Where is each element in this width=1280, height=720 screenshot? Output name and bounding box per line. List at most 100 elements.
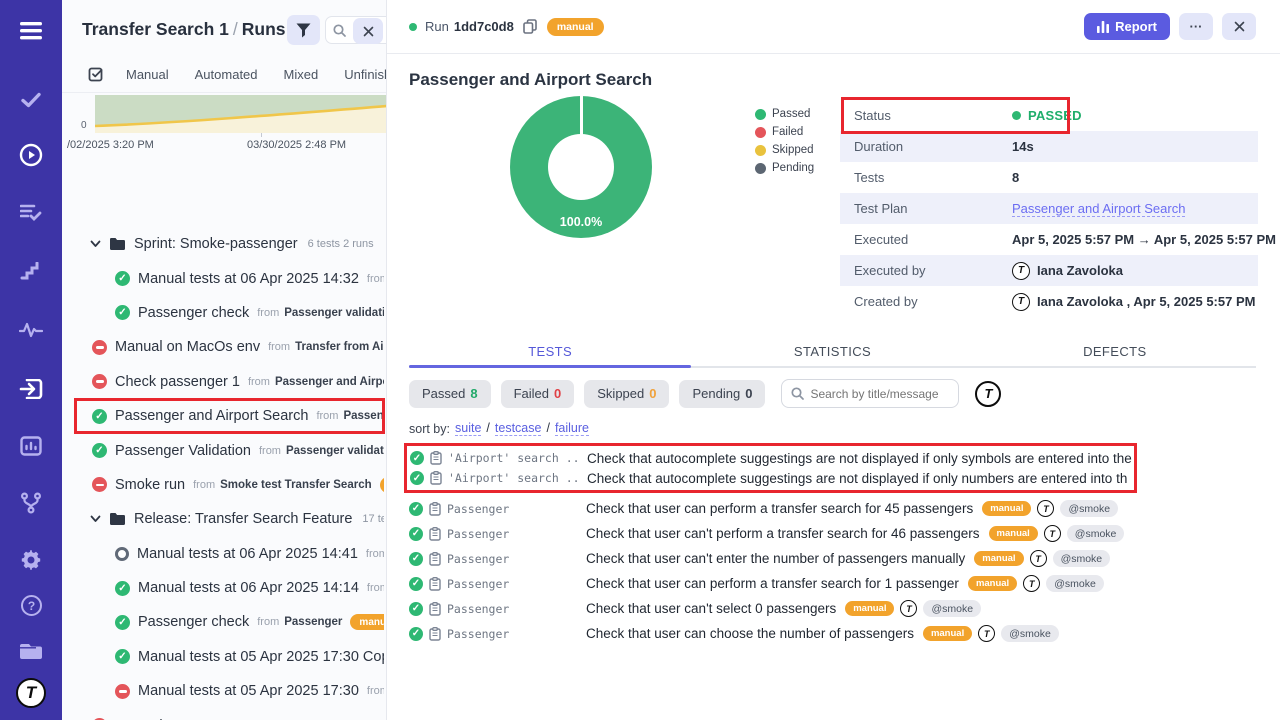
run-tree-item[interactable]: Manual tests at 06 Apr 2025 14:14 from P…	[75, 571, 384, 605]
run-tree-item[interactable]: Manual tests at 05 Apr 2025 17:30 Copy f…	[75, 640, 384, 674]
search-clear-button[interactable]	[353, 18, 383, 44]
documents-folder-icon[interactable]	[14, 633, 48, 667]
run-tree-item[interactable]: Release: Transfer Search Feature 17 test…	[75, 502, 384, 536]
test-row[interactable]: Passenger Check that user can perform a …	[409, 496, 1256, 521]
chart-x-axis: /02/2025 3:20 PM 03/30/2025 2:48 PM	[95, 133, 386, 155]
details-value: 8 T	[1012, 170, 1019, 185]
run-title: Passenger and Airport Search	[115, 408, 308, 424]
value-text: Apr 5, 2025 5:57 PM → Apr 5, 2025 5:57 P…	[1012, 232, 1276, 247]
run-tree-item[interactable]: Manual on MacOs env from Transfer from A…	[75, 330, 384, 364]
runs-play-icon[interactable]	[14, 138, 48, 172]
tests-check-icon[interactable]	[14, 83, 48, 117]
runs-panel: Transfer Search 1/Runs	[62, 0, 387, 720]
runs-tree: Sprint: Smoke-passenger 6 tests 2 runs M…	[62, 227, 386, 720]
branch-icon[interactable]	[14, 486, 48, 520]
test-row[interactable]: Passenger Check that user can't select 0…	[409, 596, 1256, 621]
sort-link[interactable]: testcase	[495, 421, 542, 436]
run-tree-item[interactable]: Manual tests at 06 Mar 2025 11:40 from	[75, 708, 384, 720]
runs-tab[interactable]: Manual	[126, 67, 169, 82]
test-row[interactable]: Passenger Check that user can perform a …	[409, 571, 1256, 596]
run-tree-item[interactable]: Manual tests at 06 Apr 2025 14:41 from T…	[75, 537, 384, 571]
from-label: from	[367, 273, 384, 285]
close-run-button[interactable]	[1222, 13, 1256, 40]
assignee-filter-avatar[interactable]: T	[975, 381, 1001, 407]
pulse-activity-icon[interactable]	[14, 313, 48, 347]
run-tree-item[interactable]: Check passenger 1 from Passenger and Air…	[75, 365, 384, 399]
page-title: Passenger and Airport Search	[409, 70, 1256, 90]
analytics-icon[interactable]	[14, 429, 48, 463]
chevron-down-icon[interactable]	[90, 515, 101, 523]
smoke-tag: @smoke	[1001, 625, 1059, 642]
manual-badge: manual	[974, 551, 1023, 566]
tab[interactable]: DEFECTS	[974, 338, 1256, 366]
filter-button[interactable]	[287, 15, 320, 45]
status-filter-button[interactable]: Failed 0	[501, 380, 575, 408]
test-plan-link[interactable]: Passenger and Airport Search	[1012, 201, 1185, 217]
test-suite-name: 'Airport' search ...	[448, 451, 581, 465]
run-title: Manual tests at 06 Apr 2025 14:41	[137, 546, 358, 562]
run-tree-item[interactable]: Sprint: Smoke-passenger 6 tests 2 runs	[75, 227, 384, 261]
details-label: Duration	[854, 139, 1012, 154]
runs-panel-header: Transfer Search 1/Runs	[62, 0, 386, 58]
details-value: Passenger and Airport Search T	[1012, 201, 1185, 217]
runs-tab[interactable]: Unfinished	[344, 67, 386, 82]
help-icon[interactable]: ?	[14, 588, 48, 622]
settings-gear-icon[interactable]	[14, 543, 48, 577]
tests-search-input[interactable]	[810, 387, 958, 401]
run-tree-item[interactable]: Passenger check from Passenger manual 6	[75, 605, 384, 639]
tests-search-box[interactable]	[781, 379, 959, 408]
search-icon	[333, 24, 346, 37]
sort-link[interactable]: failure	[555, 421, 589, 436]
legend-label: Pending	[772, 162, 814, 174]
run-title: Manual tests at 06 Apr 2025 14:32	[138, 271, 359, 287]
details-row: Created by T Iana Zavoloka , Apr 5, 2025…	[840, 286, 1258, 317]
details-label: Status	[854, 108, 1012, 123]
select-all-icon[interactable]	[88, 66, 104, 82]
tab[interactable]: TESTS	[409, 338, 691, 366]
run-tree-item[interactable]: Passenger Validation from Passenger vali…	[75, 433, 384, 467]
run-detail: Run 1dd7c0d8 manual Report ···	[387, 0, 1280, 720]
sort-option: suite	[455, 421, 481, 436]
status-filter-button[interactable]: Skipped 0	[584, 380, 669, 408]
runs-tab[interactable]: Mixed	[284, 67, 319, 82]
status-filter-button[interactable]: Passed 8	[409, 380, 491, 408]
status-filter-button[interactable]: Pending 0	[679, 380, 765, 408]
sort-option: failure	[546, 421, 589, 436]
run-status-icon	[115, 649, 130, 664]
run-tree-item[interactable]: Manual tests at 06 Apr 2025 14:32 from P…	[75, 261, 384, 295]
run-tree-item[interactable]: Manual tests at 05 Apr 2025 17:30 from T…	[75, 674, 384, 708]
test-passed-icon	[410, 471, 424, 485]
more-button[interactable]: ···	[1179, 13, 1213, 40]
testomat-logo[interactable]: T	[16, 678, 46, 708]
test-row[interactable]: Passenger Check that user can't enter th…	[409, 546, 1256, 571]
test-row[interactable]: Passenger Check that user can choose the…	[409, 621, 1256, 646]
test-row[interactable]: Passenger Check that user can't perform …	[409, 521, 1256, 546]
from-plan-name: Passenger validation	[286, 445, 384, 457]
test-plans-icon[interactable]	[14, 195, 48, 229]
import-icon[interactable]	[14, 372, 48, 406]
test-suite-name: 'Airport' search ...	[448, 471, 581, 485]
copy-icon[interactable]	[523, 19, 537, 34]
menu-icon[interactable]	[14, 14, 48, 48]
legend-item: Pending	[755, 162, 814, 174]
report-button[interactable]: Report	[1084, 13, 1170, 40]
run-meta: 17 tests 5 runs	[362, 513, 384, 525]
run-title: Passenger check	[138, 305, 249, 321]
run-tree-item[interactable]: Passenger and Airport Search from Passen…	[75, 399, 384, 433]
tab[interactable]: STATISTICS	[691, 338, 973, 366]
test-suite-name: Passenger	[447, 627, 580, 641]
test-title: Check that user can perform a transfer s…	[586, 576, 959, 591]
test-row[interactable]: 'Airport' search ... Check that autocomp…	[410, 468, 1134, 488]
test-row[interactable]: 'Airport' search ... Check that autocomp…	[410, 448, 1134, 468]
run-tree-item[interactable]: Passenger check from Passenger validatio…	[75, 296, 384, 330]
chevron-down-icon[interactable]	[90, 240, 101, 248]
run-title: Smoke run	[115, 477, 185, 493]
run-status-icon	[92, 340, 107, 355]
sort-link[interactable]: suite	[455, 421, 481, 436]
test-title: Check that user can choose the number of…	[586, 626, 914, 641]
runs-tab[interactable]: Automated	[195, 67, 258, 82]
milestones-steps-icon[interactable]	[14, 254, 48, 288]
smoke-tag: @smoke	[923, 600, 981, 617]
run-tree-item[interactable]: Smoke run from Smoke test Transfer Searc…	[75, 468, 384, 502]
breadcrumb-project[interactable]: Transfer Search 1	[82, 19, 229, 39]
